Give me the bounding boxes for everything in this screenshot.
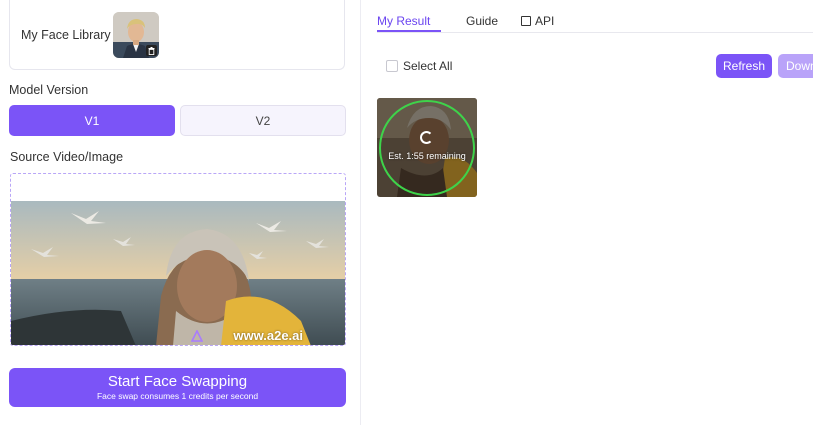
refresh-button[interactable]: Refresh: [716, 54, 772, 78]
result-eta-text: Est. 1:55 remaining: [388, 151, 466, 161]
tab-api-label: API: [535, 14, 555, 28]
tab-api[interactable]: API: [521, 14, 554, 28]
face-library-card: My Face Library: [9, 0, 345, 70]
left-panel: My Face Library Model Version V1 V2 Sour…: [0, 0, 360, 425]
model-v2-button[interactable]: V2: [180, 105, 346, 136]
progress-ring: [379, 100, 475, 196]
active-tab-underline: [377, 30, 441, 32]
download-button[interactable]: Down: [778, 54, 813, 78]
tab-guide[interactable]: Guide: [466, 14, 498, 28]
model-version-label: Model Version: [9, 83, 89, 97]
source-label: Source Video/Image: [10, 150, 124, 164]
result-tabs: My Result Guide API: [377, 0, 813, 33]
result-card[interactable]: Est. 1:55 remaining: [377, 98, 477, 197]
trash-glyph: [148, 46, 155, 55]
face-library-label: My Face Library: [21, 28, 111, 42]
a2e-logo-icon: [191, 330, 203, 342]
start-face-swap-button[interactable]: Start Face Swapping Face swap consumes 1…: [9, 368, 346, 407]
spinner-icon: [420, 131, 433, 144]
trash-icon[interactable]: [146, 45, 157, 56]
start-button-title: Start Face Swapping: [107, 373, 248, 390]
tab-my-result[interactable]: My Result: [377, 14, 430, 28]
api-icon: [521, 16, 531, 26]
source-video-preview: [11, 201, 345, 345]
select-all-checkbox[interactable]: [386, 60, 398, 72]
source-upload-area[interactable]: www.a2e.ai: [10, 173, 346, 346]
panel-divider: [360, 0, 361, 425]
select-all-label: Select All: [403, 59, 453, 73]
face-thumbnail[interactable]: [113, 12, 159, 58]
select-all-control[interactable]: Select All: [386, 59, 452, 73]
model-v1-button[interactable]: V1: [9, 105, 175, 136]
watermark-text: www.a2e.ai: [233, 328, 303, 343]
start-button-subtitle: Face swap consumes 1 credits per second: [96, 391, 259, 401]
